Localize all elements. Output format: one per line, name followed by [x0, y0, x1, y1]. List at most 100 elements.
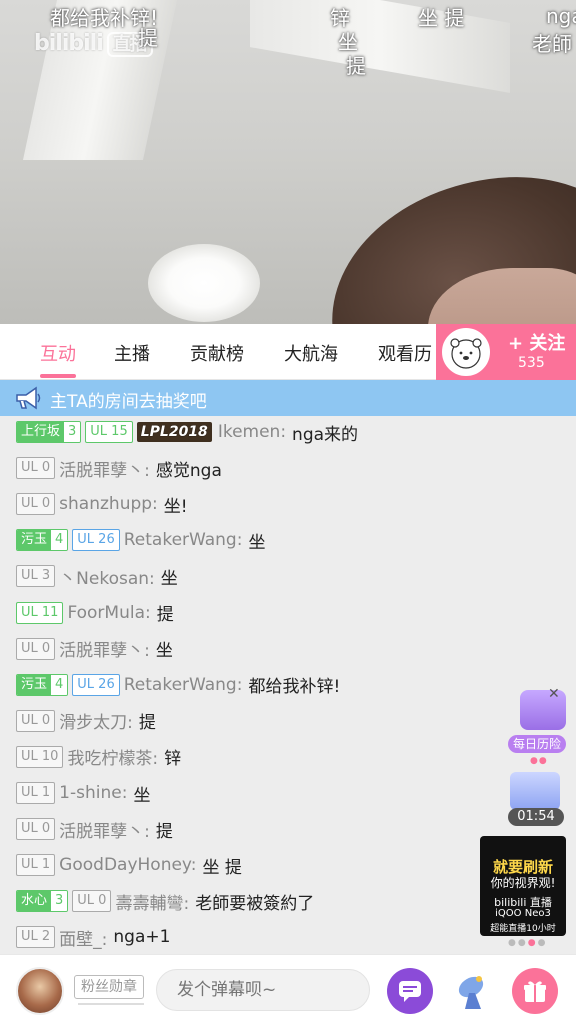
danmaku-comment: 提 — [346, 54, 366, 78]
tab-guard[interactable]: 大航海 — [284, 340, 338, 366]
tab-contribution[interactable]: 贡献榜 — [190, 340, 244, 366]
chat-text: 坐 — [248, 532, 266, 553]
chat-text: 提 — [156, 605, 174, 625]
lottery-notice[interactable]: 主TA的房间去抽奖吧 — [0, 380, 576, 416]
user-level-badge: UL 0 — [16, 457, 56, 480]
user-level-badge: UL 3 — [16, 565, 56, 588]
fan-medal: 污玉 4 — [16, 529, 69, 552]
chat-message[interactable]: UL 0 活脱罪孽丶: 提 — [16, 815, 173, 843]
chat-message[interactable]: UL 2 面壁_: nga+1 — [16, 923, 170, 951]
chat-username[interactable]: 活脱罪孽丶: — [59, 636, 150, 661]
user-level-badge: UL 11 — [16, 601, 64, 624]
chat-username[interactable]: 壽壽輔彎: — [115, 889, 189, 914]
user-level-badge: UL 26 — [72, 529, 120, 552]
fan-medal-name: 污玉 — [17, 674, 52, 695]
chat-username[interactable]: 活脱罪孽丶: — [59, 817, 150, 842]
tab-interact[interactable]: 互动 — [40, 340, 76, 366]
chat-username[interactable]: 我吃柠檬茶: — [67, 744, 158, 769]
lpl-title-badge: LPL2018 — [136, 422, 212, 442]
user-avatar[interactable] — [16, 967, 64, 1015]
carousel-dots: ●● — [530, 756, 548, 766]
fan-medal-name: 水心 — [17, 891, 52, 912]
gift-button[interactable] — [512, 968, 558, 1014]
chat-message[interactable]: UL 10 我吃柠檬茶: 锌 — [16, 743, 181, 771]
ad-carousel-dots: ●●●● — [508, 938, 548, 948]
silver-box-icon[interactable] — [510, 772, 560, 810]
chat-message[interactable]: UL 0 shanzhupp: 坐! — [16, 490, 188, 518]
chat-text: 提 — [155, 821, 173, 842]
chat-text: 锌 — [164, 749, 182, 770]
ad-subline: 你的视界观! — [490, 876, 556, 890]
logo-brand: bilibili — [34, 31, 104, 56]
tab-bar: 互动 主播 贡献榜 大航海 观看历 + 关注 535 — [0, 324, 576, 380]
danmaku-settings-button[interactable] — [387, 968, 433, 1014]
tab-history[interactable]: 观看历 — [378, 340, 432, 366]
user-level-badge: UL 1 — [16, 854, 56, 877]
chat-username[interactable]: FoorMula: — [67, 603, 150, 623]
tab-streamer[interactable]: 主播 — [114, 340, 150, 366]
chat-bubble-icon — [399, 981, 421, 1002]
chat-username[interactable]: Ikemen: — [218, 422, 286, 442]
user-level-badge: UL 1 — [16, 782, 56, 804]
box-timer: 01:54 — [508, 808, 564, 826]
chat-message[interactable]: UL 1 1-shine: 坐 — [16, 779, 150, 807]
daily-adventure-label[interactable]: 每日历险 — [508, 735, 566, 753]
danmaku-comment: 提 — [138, 26, 158, 50]
active-tab-indicator — [40, 374, 76, 378]
ceiling-beam — [250, 0, 510, 93]
chat-username[interactable]: 1-shine: — [59, 783, 127, 803]
fan-medal-level: 3 — [51, 891, 68, 912]
chat-username[interactable]: RetakerWang: — [124, 675, 243, 695]
chat-username[interactable]: RetakerWang: — [124, 530, 243, 550]
chat-username[interactable]: 丶Nekosan: — [59, 564, 155, 589]
bear-icon — [450, 338, 482, 369]
chat-message[interactable]: UL 0 滑步太刀: 提 — [16, 707, 156, 735]
follower-count: 535 — [518, 355, 545, 371]
ad-banner[interactable]: 就要刷新 你的视界观! bilibili 直播 iQOO Neo3 超能直播10… — [480, 836, 566, 936]
bilibili-live-logo: bilibili 直播 — [34, 30, 153, 57]
chat-username[interactable]: 滑步太刀: — [59, 708, 133, 733]
chat-username[interactable]: 面壁_: — [59, 925, 107, 950]
chat-message[interactable]: UL 11 FoorMula: 提 — [16, 599, 174, 627]
close-icon[interactable]: ✕ — [548, 686, 560, 702]
live-video[interactable]: bilibili直播 都给我补锌! 提 锌 坐 提 坐 提 nga 老師 — [0, 0, 576, 324]
user-level-badge: UL 0 — [16, 709, 56, 732]
chat-message[interactable]: UL 0 活脱罪孽丶: 坐 — [16, 635, 173, 663]
chat-text: 老師要被簽約了 — [195, 893, 315, 914]
chat-username[interactable]: shanzhupp: — [59, 494, 158, 514]
chat-text: 坐! — [163, 496, 188, 517]
chat-message[interactable]: 上行坂 3 UL 15 LPL2018 Ikemen: nga来的 — [16, 418, 358, 446]
host-avatar[interactable] — [442, 328, 490, 376]
fan-medal-underline — [78, 1003, 144, 1005]
skin-button[interactable] — [450, 968, 496, 1014]
chat-text: 感觉nga — [155, 460, 222, 481]
user-level-badge: UL 26 — [72, 673, 120, 696]
user-level-badge: UL 0 — [16, 818, 56, 841]
chat-username[interactable]: 活脱罪孽丶: — [59, 456, 150, 481]
ceiling-lamp — [148, 244, 260, 322]
chat-message[interactable]: 污玉 4 UL 26 RetakerWang: 坐 — [16, 526, 265, 554]
chat-message[interactable]: 污玉 4 UL 26 RetakerWang: 都给我补锌! — [16, 671, 340, 699]
danmaku-comment: 老師 — [532, 32, 572, 56]
chat-message[interactable]: UL 0 活脱罪孽丶: 感觉nga — [16, 454, 222, 482]
danmaku-comment: 坐 提 — [418, 6, 465, 30]
ad-caption: 超能直播10小时 — [490, 924, 556, 934]
fan-medal-button[interactable]: 粉丝勋章 — [74, 975, 144, 999]
fan-medal-name: 上行坂 — [17, 422, 65, 442]
danmaku-input[interactable] — [156, 969, 370, 1011]
chat-text: 坐 — [133, 785, 151, 806]
fan-medal: 污玉 4 — [16, 673, 69, 696]
user-level-badge: UL 0 — [72, 890, 112, 913]
chat-username[interactable]: GoodDayHoney: — [59, 855, 196, 875]
fan-medal: 水心 3 — [16, 890, 69, 913]
notice-text: 主TA的房间去抽奖吧 — [50, 392, 207, 412]
follow-button[interactable]: + 关注 535 — [436, 324, 576, 380]
chat-text: 提 — [138, 713, 156, 734]
chat-message[interactable]: UL 1 GoodDayHoney: 坐 提 — [16, 851, 242, 879]
megaphone-icon — [16, 386, 41, 410]
gift-icon — [524, 981, 546, 1002]
chat-text: 坐 — [155, 641, 173, 662]
user-level-badge: UL 0 — [16, 493, 56, 516]
chat-message[interactable]: UL 3 丶Nekosan: 坐 — [16, 562, 178, 590]
chat-message[interactable]: 水心 3 UL 0 壽壽輔彎: 老師要被簽約了 — [16, 887, 314, 915]
